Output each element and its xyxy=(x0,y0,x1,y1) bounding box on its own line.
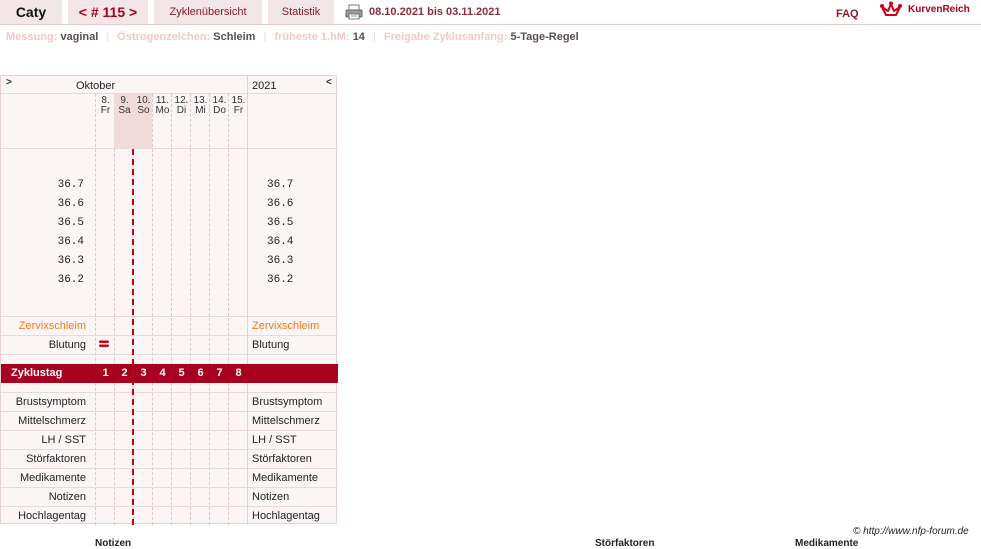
temp-tick-label: 36.6 xyxy=(57,198,84,210)
row-divider xyxy=(1,430,338,431)
row-divider xyxy=(1,411,338,412)
day-label: 9. Sa xyxy=(118,95,131,116)
day-column-separator xyxy=(209,94,210,525)
temp-tick-label: 36.4 xyxy=(267,236,294,248)
temp-tick-label: 36.7 xyxy=(57,179,84,191)
day-label: 8. Fr xyxy=(100,95,111,116)
row-divider xyxy=(1,335,338,336)
cycle-day-number[interactable]: 7 xyxy=(210,367,229,379)
day-column-separator xyxy=(228,94,229,525)
high-phase-day-label: Hochlagentag xyxy=(18,510,86,522)
high-phase-day-label: Hochlagentag xyxy=(252,510,320,522)
faq-link[interactable]: FAQ xyxy=(836,2,859,26)
cycle-day-number[interactable]: 6 xyxy=(191,367,210,379)
cervical-mucus-label: Zervixschleim xyxy=(252,320,320,332)
cycle-day-number[interactable]: 1 xyxy=(96,367,115,379)
day-column-separator xyxy=(152,94,153,525)
row-divider xyxy=(1,449,338,450)
release-value: 5-Tage-Regel xyxy=(510,31,579,43)
row-divider xyxy=(1,468,338,469)
crown-logo-icon[interactable] xyxy=(880,1,902,19)
top-bar: Caty < # 115 > Zyklenübersicht Statistik… xyxy=(0,0,981,25)
day-column-separator xyxy=(114,94,115,525)
cycle-day-bar: Zyklustag 1 2 3 4 5 6 7 8 xyxy=(1,364,338,383)
bleeding-label: Blutung xyxy=(48,339,86,351)
temp-tick-label: 36.4 xyxy=(57,236,84,248)
estrogen-label: Östrogenzeichen: xyxy=(117,31,211,43)
earliest-hm-value: 14 xyxy=(352,31,365,43)
mittelschmerz-label: Mittelschmerz xyxy=(18,415,86,427)
previous-period-button[interactable]: > xyxy=(6,77,12,88)
statistics-tab[interactable]: Statistik xyxy=(268,0,334,24)
temp-tick-label: 36.3 xyxy=(57,255,84,267)
measurement-label: Messung: xyxy=(6,31,58,43)
printer-icon[interactable] xyxy=(345,4,363,20)
year-label: 2021 xyxy=(252,80,277,92)
day-label: 10. So xyxy=(136,95,151,116)
divider: | xyxy=(263,31,267,43)
cycle-navigator[interactable]: < # 115 > xyxy=(68,0,148,24)
cycle-day-number[interactable]: 3 xyxy=(134,367,153,379)
lh-test-label: LH / SST xyxy=(41,434,86,446)
row-divider xyxy=(1,506,338,507)
breast-symptom-label: Brustsymptom xyxy=(252,396,323,408)
notes-label: Notizen xyxy=(48,491,86,503)
cycle-day-label: Zyklustag xyxy=(11,367,63,379)
day-column-separator xyxy=(190,94,191,525)
row-divider xyxy=(1,316,338,317)
cycle-settings: Messung: vaginal | Östrogenzeichen: Schl… xyxy=(6,30,579,44)
copyright-link[interactable]: © http://www.nfp-forum.de xyxy=(853,526,969,537)
temp-tick-label: 36.5 xyxy=(267,217,294,229)
column-divider xyxy=(247,76,248,525)
row-divider xyxy=(1,487,338,488)
temp-tick-label: 36.7 xyxy=(267,179,294,191)
bleeding-marker-icon xyxy=(99,340,109,347)
cycle-chart: > Oktober 2021 < 8. Fr 9. Sa 10. So 11. Mo 1… xyxy=(0,75,338,525)
row-divider xyxy=(1,93,338,94)
temp-tick-label: 36.3 xyxy=(267,255,294,267)
day-column-separator xyxy=(171,94,172,525)
temp-tick-label: 36.2 xyxy=(57,274,84,286)
day-label: 15. Fr xyxy=(231,95,246,116)
disturbance-label: Störfaktoren xyxy=(26,453,86,465)
estrogen-value: Schleim xyxy=(213,31,256,43)
divider: | xyxy=(106,31,110,43)
disturbance-label: Störfaktoren xyxy=(252,453,312,465)
day-label: 13. Mi xyxy=(193,95,208,116)
temp-tick-label: 36.5 xyxy=(57,217,84,229)
temp-tick-label: 36.6 xyxy=(267,198,294,210)
cervical-mucus-label: Zervixschleim xyxy=(18,320,86,332)
medication-label: Medikamente xyxy=(252,472,319,484)
lh-test-label: LH / SST xyxy=(252,434,297,446)
divider: | xyxy=(373,31,376,43)
breast-symptom-label: Brustsymptom xyxy=(15,396,86,408)
bleeding-label: Blutung xyxy=(252,339,290,351)
date-range: 08.10.2021 bis 03.11.2021 xyxy=(369,6,501,18)
temp-tick-label: 36.2 xyxy=(267,274,294,286)
row-divider xyxy=(1,392,338,393)
earliest-hm-label: früheste 1.hM: xyxy=(274,31,350,43)
day-column-separator xyxy=(95,94,96,525)
cycle-start-marker-line xyxy=(132,149,134,525)
cycle-overview-tab[interactable]: Zyklenübersicht xyxy=(154,0,262,24)
day-label: 11. Mo xyxy=(155,95,170,116)
notes-label: Notizen xyxy=(252,491,290,503)
mittelschmerz-label: Mittelschmerz xyxy=(252,415,320,427)
row-divider xyxy=(1,354,338,355)
medication-label: Medikamente xyxy=(19,472,86,484)
brand-logo-text[interactable]: KurvenReich xyxy=(908,0,970,20)
cycle-day-number[interactable]: 5 xyxy=(172,367,191,379)
month-label: Oktober xyxy=(76,80,116,92)
day-label: 12. Di xyxy=(174,95,189,116)
cycle-day-number[interactable]: 4 xyxy=(153,367,172,379)
row-divider xyxy=(1,148,338,149)
cycle-day-number[interactable]: 8 xyxy=(229,367,248,379)
next-period-button[interactable]: < xyxy=(326,77,332,88)
measurement-value: vaginal xyxy=(60,31,99,43)
user-name: Caty xyxy=(0,0,62,24)
release-label: Freigabe Zyklusanfang: xyxy=(383,31,508,43)
day-label: 14. Do xyxy=(212,95,227,116)
